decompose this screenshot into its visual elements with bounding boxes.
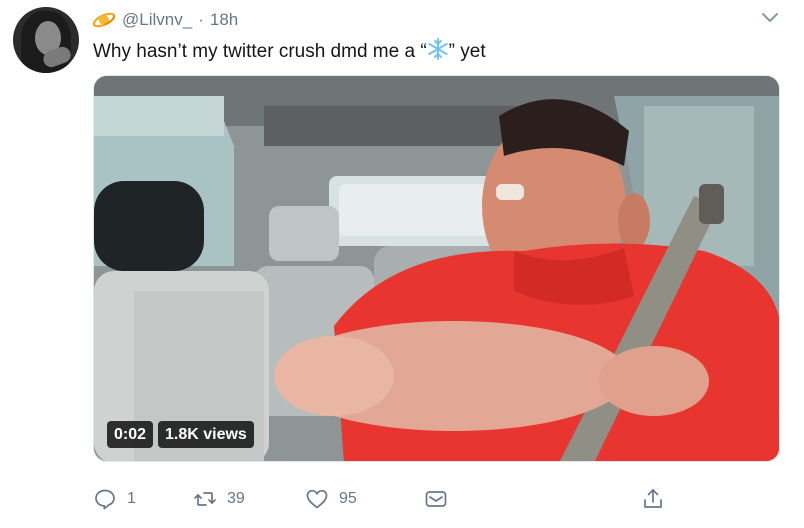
video-views-badge: 1.8K views xyxy=(158,421,254,448)
direct-message-button[interactable] xyxy=(424,485,448,513)
separator-dot: · xyxy=(198,10,204,29)
tweet-text: Why hasn’t my twitter crush dmd me a “ ”… xyxy=(93,38,486,64)
chevron-down-icon[interactable] xyxy=(760,10,780,26)
video-duration-badge: 0:02 xyxy=(107,421,154,448)
saturn-ring-icon xyxy=(92,10,116,30)
tweet-text-before: Why hasn’t my twitter crush dmd me a “ xyxy=(93,41,427,62)
snowflake-icon xyxy=(427,38,448,60)
like-count: 95 xyxy=(339,490,357,507)
reply-button[interactable]: 1 xyxy=(93,485,136,513)
tweet[interactable]: @Lilvnv_ · 18h Why hasn’t my twitter cru… xyxy=(0,0,804,528)
heart-icon xyxy=(306,489,328,509)
avatar[interactable] xyxy=(13,7,79,73)
tweet-header: @Lilvnv_ · 18h xyxy=(92,9,238,31)
like-button[interactable]: 95 xyxy=(305,485,357,513)
reply-count: 1 xyxy=(127,490,136,507)
user-handle[interactable]: @Lilvnv_ xyxy=(122,10,192,30)
tweet-text-after: ” yet xyxy=(448,41,486,62)
reply-icon xyxy=(95,489,115,510)
video-player[interactable] xyxy=(93,75,780,462)
tweet-actions: 1 39 95 xyxy=(93,485,693,513)
envelope-icon xyxy=(425,491,447,507)
retweet-icon xyxy=(194,492,216,506)
share-button[interactable] xyxy=(641,485,665,513)
video-frame xyxy=(94,76,779,461)
retweet-count: 39 xyxy=(227,490,245,507)
retweet-button[interactable]: 39 xyxy=(193,485,245,513)
share-icon xyxy=(644,489,662,508)
tweet-timestamp[interactable]: 18h xyxy=(210,10,238,30)
